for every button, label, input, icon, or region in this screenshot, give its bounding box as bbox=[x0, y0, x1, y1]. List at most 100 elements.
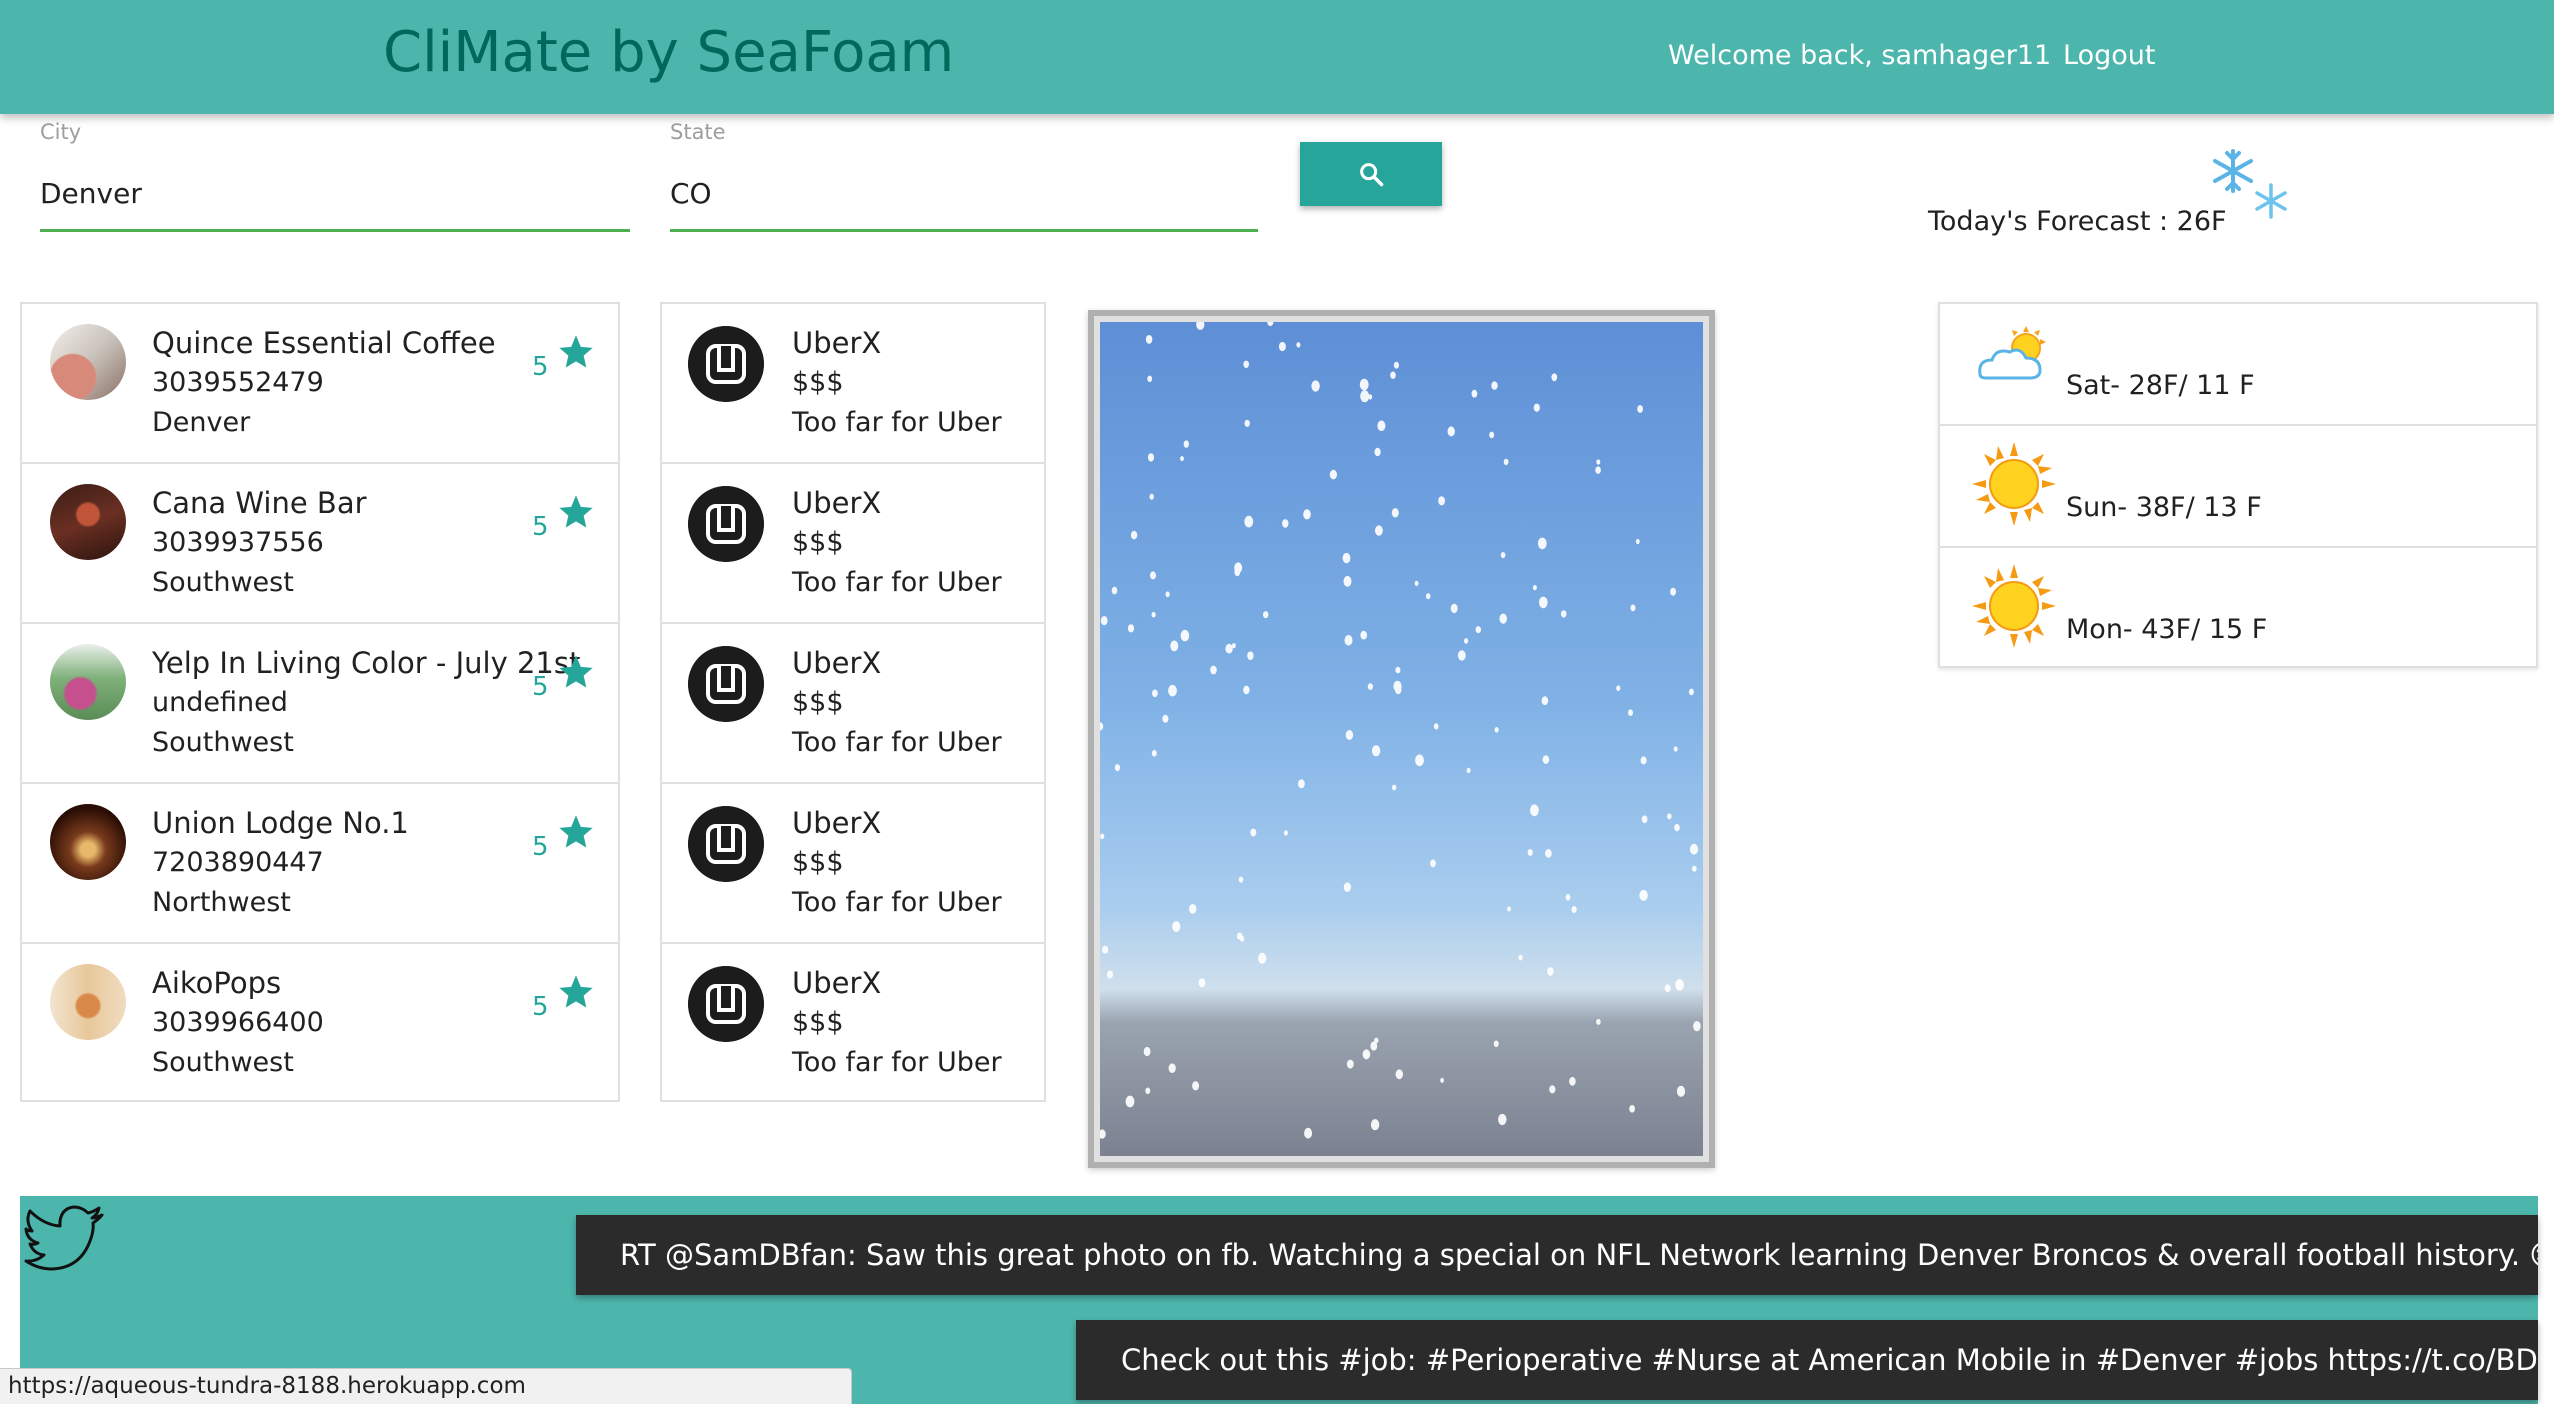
ride-name: UberX bbox=[792, 966, 882, 1000]
ride-name: UberX bbox=[792, 806, 882, 840]
snowflake bbox=[1180, 629, 1190, 642]
ride-item[interactable]: UberX $$$ Too far for Uber bbox=[662, 624, 1044, 784]
ride-price: $$$ bbox=[792, 527, 844, 558]
snowflake bbox=[1641, 815, 1648, 824]
place-thumbnail bbox=[50, 324, 126, 400]
snowflake bbox=[1673, 746, 1678, 752]
ride-item[interactable]: UberX $$$ Too far for Uber bbox=[662, 304, 1044, 464]
snowflake bbox=[1596, 459, 1601, 465]
logout-link[interactable]: Logout bbox=[2063, 40, 2155, 71]
snowflake bbox=[1635, 538, 1640, 545]
snowflake bbox=[1100, 833, 1105, 840]
snowflake bbox=[1298, 779, 1305, 789]
snowflake bbox=[1168, 684, 1177, 697]
twitter-bird-icon[interactable] bbox=[24, 1205, 106, 1277]
snowflake bbox=[1311, 380, 1320, 392]
ride-eta: Too far for Uber bbox=[792, 407, 1002, 438]
snowflake bbox=[1551, 373, 1558, 382]
snowflake bbox=[1150, 571, 1156, 580]
ride-eta: Too far for Uber bbox=[792, 567, 1002, 598]
snowflake bbox=[1183, 440, 1189, 448]
today-forecast: Today's Forecast : 26F bbox=[1928, 206, 2227, 237]
star-icon bbox=[559, 655, 593, 688]
brand-title[interactable]: CliMate by SeaFoam bbox=[383, 20, 954, 85]
snowflake bbox=[1180, 456, 1184, 462]
snowflake bbox=[1639, 889, 1648, 901]
ride-price: $$$ bbox=[792, 1007, 844, 1038]
snowflake bbox=[1494, 727, 1499, 733]
snowflake bbox=[1664, 984, 1671, 993]
ride-price: $$$ bbox=[792, 687, 844, 718]
uber-logo-icon bbox=[688, 646, 764, 722]
place-rating: 5 bbox=[532, 812, 612, 862]
place-rating: 5 bbox=[532, 972, 612, 1022]
place-item[interactable]: Yelp In Living Color - July 21st undefin… bbox=[22, 624, 618, 784]
snowflake bbox=[1359, 378, 1369, 391]
search-icon bbox=[1360, 163, 1384, 187]
ride-item[interactable]: UberX $$$ Too far for Uber bbox=[662, 784, 1044, 944]
snowflake bbox=[1498, 1113, 1507, 1126]
place-item[interactable]: AikoPops 3039966400 Southwest 5 bbox=[22, 944, 618, 1104]
partly-cloudy-icon bbox=[1978, 326, 2046, 380]
forecast-text: Sun- 38F/ 13 F bbox=[2066, 492, 2262, 523]
snowflake bbox=[1489, 431, 1495, 439]
snowflake bbox=[1390, 371, 1396, 379]
place-rating: 5 bbox=[532, 492, 612, 542]
snowflake bbox=[1471, 389, 1478, 398]
place-item[interactable]: Union Lodge No.1 7203890447 Northwest 5 bbox=[22, 784, 618, 944]
rating-value: 5 bbox=[532, 672, 549, 702]
snowflake bbox=[1450, 603, 1458, 614]
ride-item[interactable]: UberX $$$ Too far for Uber bbox=[662, 464, 1044, 624]
ride-price: $$$ bbox=[792, 847, 844, 878]
snowflake bbox=[1243, 360, 1249, 368]
snowflake bbox=[1367, 683, 1373, 690]
snowflake-icon bbox=[2213, 149, 2287, 219]
snowflake bbox=[1447, 426, 1455, 437]
snowflake bbox=[1100, 616, 1108, 626]
place-item[interactable]: Cana Wine Bar 3039937556 Southwest 5 bbox=[22, 464, 618, 624]
snowflake bbox=[1693, 1021, 1701, 1032]
snowflake bbox=[1283, 830, 1288, 836]
state-field: State bbox=[670, 120, 1258, 232]
search-button[interactable] bbox=[1300, 142, 1442, 206]
state-input[interactable] bbox=[670, 170, 1258, 232]
tweet-item[interactable]: Check out this #job: #Perioperative #Nur… bbox=[1076, 1320, 2538, 1400]
place-name: AikoPops bbox=[152, 966, 282, 1000]
snowflake bbox=[1689, 843, 1699, 855]
star-icon bbox=[559, 495, 593, 528]
snowflake bbox=[1440, 1077, 1444, 1083]
snowflake bbox=[1393, 361, 1399, 369]
snowflake bbox=[1244, 419, 1250, 427]
snowflake bbox=[1438, 496, 1445, 506]
place-rating: 5 bbox=[532, 332, 612, 382]
snowflake bbox=[1670, 587, 1677, 596]
snowflake bbox=[1549, 1085, 1556, 1094]
snowflake bbox=[1676, 1085, 1686, 1097]
snowflake bbox=[1192, 1081, 1200, 1091]
snowflake bbox=[1244, 515, 1254, 528]
snowflake bbox=[1475, 626, 1481, 634]
snowflake bbox=[1533, 403, 1540, 412]
snowflake bbox=[1344, 635, 1353, 646]
snowflake bbox=[1147, 453, 1155, 462]
snowflake bbox=[1149, 493, 1154, 500]
city-input[interactable] bbox=[40, 170, 630, 232]
snowflake bbox=[1539, 596, 1548, 609]
sun-icon bbox=[1972, 442, 2056, 526]
snow-scene-image bbox=[1100, 322, 1703, 1156]
ride-item[interactable]: UberX $$$ Too far for Uber bbox=[662, 944, 1044, 1104]
snowflake bbox=[1499, 613, 1507, 624]
ride-eta: Too far for Uber bbox=[792, 887, 1002, 918]
snowflake bbox=[1130, 530, 1138, 540]
place-area: Southwest bbox=[152, 727, 294, 758]
city-label: City bbox=[40, 120, 82, 144]
snowflake bbox=[1371, 745, 1381, 757]
place-area: Southwest bbox=[152, 567, 294, 598]
snowflake bbox=[1111, 586, 1118, 595]
snowflake bbox=[1210, 665, 1217, 675]
snowflake bbox=[1234, 568, 1241, 577]
tweet-item[interactable]: RT @SamDBfan: Saw this great photo on fb… bbox=[576, 1215, 2538, 1295]
place-item[interactable]: Quince Essential Coffee 3039552479 Denve… bbox=[22, 304, 618, 464]
welcome-message: Welcome back, samhager11 bbox=[1668, 40, 2052, 71]
snowflake bbox=[1362, 1049, 1371, 1060]
